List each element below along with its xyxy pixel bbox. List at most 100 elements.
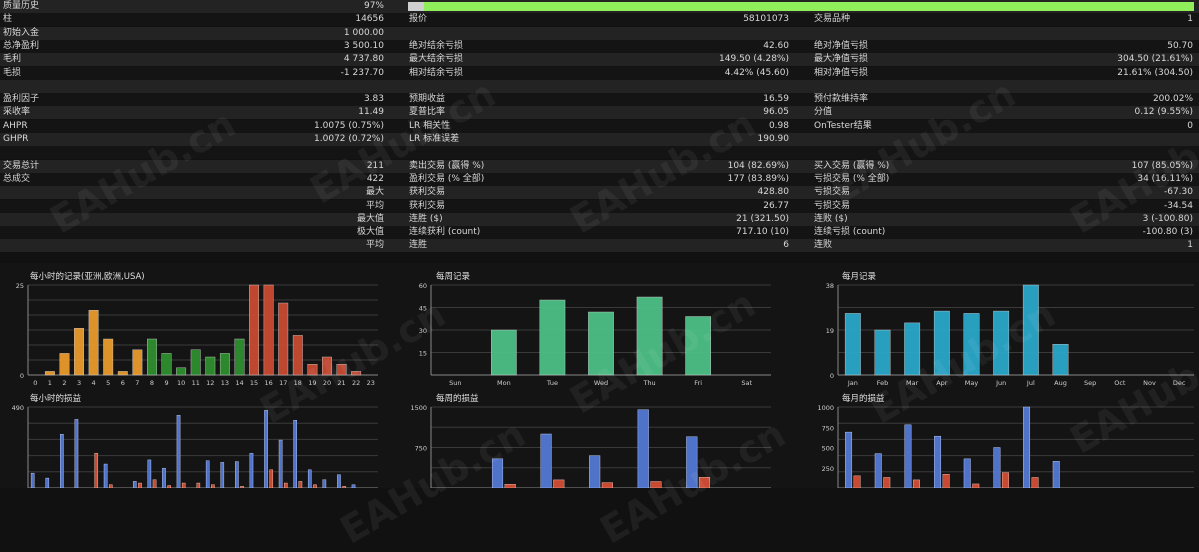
stats-r1: 最大值 <box>356 213 384 224</box>
stats-v3: 1 <box>1187 240 1193 251</box>
stats-v3: 21.61% (304.50) <box>1117 67 1193 78</box>
bar <box>278 302 289 376</box>
bar <box>161 353 172 376</box>
stats-v3: 304.50 (21.61%) <box>1117 54 1193 65</box>
profit-bar <box>637 409 649 489</box>
y-tick-label: 0 <box>20 372 24 380</box>
profit-bar <box>278 439 283 489</box>
stats-row: 毛利 4 737.80 最大结余亏损 149.50 (4.28%) 最大净值亏损 304.… <box>0 53 1199 67</box>
quality-history-bar-gray <box>408 2 424 11</box>
profit-bar <box>337 474 341 489</box>
x-tick-label: Tue <box>546 379 558 387</box>
bar <box>234 338 245 376</box>
profit-bar <box>993 447 1001 489</box>
x-tick-label: Aug <box>1054 379 1067 387</box>
x-tick-label: 0 <box>33 379 37 387</box>
stats-v1: 3.83 <box>363 94 384 105</box>
chart-title: 每小时的损益 <box>30 393 82 404</box>
y-tick-label: 38 <box>826 282 834 290</box>
stats-l1: 初始入金 <box>3 27 40 38</box>
stats-v1: 3 500.10 <box>343 40 384 51</box>
bar <box>176 367 187 376</box>
x-tick-label: Sep <box>1084 379 1096 387</box>
chart-title: 每小时的记录(亚洲,欧洲,USA) <box>30 271 145 282</box>
stats-l1: 柱 <box>3 14 13 25</box>
x-tick-label: Mon <box>497 379 511 387</box>
stats-l1: 总净盈利 <box>3 40 40 51</box>
profit-bar <box>1023 406 1031 489</box>
bar <box>88 310 99 376</box>
bar <box>1052 344 1069 376</box>
stats-v2: 96.05 <box>763 107 789 118</box>
x-tick-label: 1 <box>48 379 52 387</box>
stats-v3: 1 <box>1187 14 1193 25</box>
stats-v1: 11.49 <box>358 107 384 118</box>
x-tick-label: Sat <box>741 379 752 387</box>
loss-bar <box>196 482 201 489</box>
bar <box>874 329 891 376</box>
loss-bar <box>601 482 613 489</box>
stats-r1: 极大值 <box>356 227 384 238</box>
loss-bar <box>269 469 274 489</box>
profit-bar <box>235 461 239 489</box>
profit-bar <box>205 460 210 489</box>
loss-bar <box>152 479 157 489</box>
loss-bar <box>1001 472 1009 489</box>
y-tick-label: 60 <box>419 282 427 290</box>
stats-row: 柱 14656 报价 58101073 交易品种 1 <box>0 13 1199 27</box>
bar <box>249 284 259 376</box>
x-tick-label: Jan <box>847 379 858 387</box>
x-tick-label: Fri <box>694 379 702 387</box>
bar <box>539 299 566 376</box>
profit-bar <box>147 459 152 489</box>
stats-row: 总净盈利 3 500.10 绝对结余亏损 42.60 绝对净值亏损 50.70 <box>0 39 1199 53</box>
loss-bar <box>94 453 99 489</box>
x-tick-label: 23 <box>367 379 375 387</box>
stats-v1: 97% <box>363 1 384 11</box>
x-tick-label: 9 <box>164 379 168 387</box>
stats-v2: 58101073 <box>743 14 789 25</box>
profit-bar <box>589 455 601 489</box>
y-tick-label: 750 <box>415 445 427 453</box>
profit-bar <box>60 434 64 489</box>
loss-bar <box>504 484 516 489</box>
x-tick-label: 15 <box>250 379 258 387</box>
stats-v2: 16.59 <box>763 94 789 105</box>
loss-bar <box>298 481 303 489</box>
loss-bar <box>883 477 891 489</box>
profit-bar <box>249 453 254 489</box>
stats-l1: 质量历史 <box>3 1 40 11</box>
loss-bar <box>972 483 980 489</box>
x-tick-label: 5 <box>106 379 110 387</box>
loss-bar <box>853 475 861 489</box>
x-tick-label: 2 <box>62 379 66 387</box>
loss-bar <box>138 482 142 489</box>
x-tick-label: Jul <box>1026 379 1035 387</box>
stats-v1: 14656 <box>355 14 384 25</box>
stats-v1: -1 237.70 <box>340 67 384 78</box>
bar <box>491 329 517 376</box>
stats-v2: 4.42% (45.60) <box>724 67 789 78</box>
x-tick-label: 7 <box>135 379 139 387</box>
y-tick-label: 490 <box>12 404 24 412</box>
chart-title: 每周记录 <box>436 271 471 282</box>
profit-bar <box>264 410 268 489</box>
stats-l1: AHPR <box>3 120 28 131</box>
stats-v3: -100.80 (3) <box>1142 227 1193 238</box>
y-tick-label: 15 <box>419 350 427 358</box>
profit-bar <box>934 435 942 489</box>
profit-bar <box>874 453 882 489</box>
stats-row: 初始入金 1 000.00 <box>0 26 1199 40</box>
bar <box>74 327 84 376</box>
y-tick-label: 750 <box>822 424 834 432</box>
stats-v1: 4 737.80 <box>343 54 384 65</box>
stats-row: 毛损 -1 237.70 相对结余亏损 4.42% (45.60) 相对净值亏损 21.6… <box>0 66 1199 80</box>
x-tick-label: 8 <box>150 379 154 387</box>
y-tick-label: 1000 <box>817 404 834 412</box>
loss-bar <box>942 474 950 489</box>
bar <box>117 371 128 376</box>
bar <box>844 313 861 376</box>
profit-bar <box>74 419 79 489</box>
y-tick-label: 250 <box>822 465 834 473</box>
profit-bar <box>307 469 312 489</box>
